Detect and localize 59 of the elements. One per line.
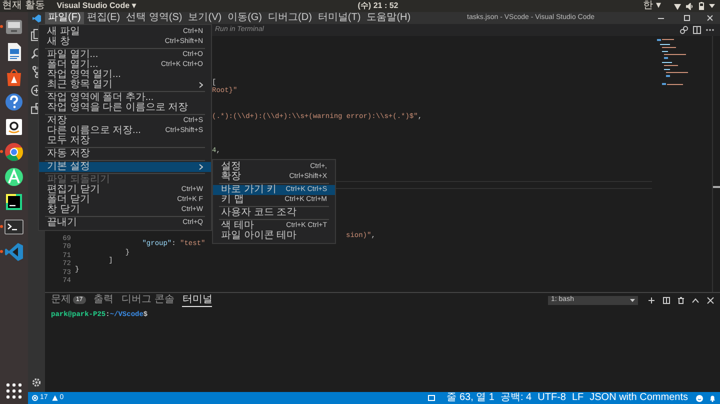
error-icon bbox=[32, 395, 38, 401]
smiley-icon[interactable] bbox=[696, 394, 703, 402]
split-editor-icon[interactable] bbox=[693, 26, 701, 34]
menu-item[interactable]: 작업 영역에 폴더 추가... bbox=[39, 93, 211, 103]
menu-item[interactable]: 도움말(H) bbox=[364, 12, 414, 24]
settings-icon[interactable] bbox=[31, 377, 42, 388]
maximize-icon[interactable] bbox=[683, 14, 691, 22]
activities-button[interactable]: 현재 활동 bbox=[2, 0, 45, 12]
compare-icon[interactable] bbox=[680, 26, 688, 34]
status-item[interactable]: JSON with Comments bbox=[590, 392, 688, 404]
bell-icon[interactable] bbox=[709, 394, 716, 402]
caret-icon[interactable] bbox=[709, 4, 715, 8]
menu-item[interactable]: 디버그(D) bbox=[265, 12, 315, 24]
warning-icon bbox=[52, 395, 58, 401]
menu-item[interactable]: 이동(G) bbox=[224, 12, 266, 24]
menu-item[interactable]: 사용자 코드 조각 bbox=[213, 208, 335, 218]
network-icon[interactable] bbox=[674, 2, 681, 10]
more-icon[interactable] bbox=[706, 26, 714, 34]
trash-icon[interactable] bbox=[678, 296, 684, 304]
terminal-icon[interactable] bbox=[4, 217, 24, 237]
menu-item[interactable]: 선택 영역(S) bbox=[123, 12, 186, 24]
chevron-up-icon[interactable] bbox=[692, 298, 699, 302]
status-item[interactable]: 공백: 4 bbox=[500, 392, 532, 404]
menu-item[interactable]: 터미널(T) bbox=[314, 12, 364, 24]
code-editor-icon[interactable] bbox=[4, 242, 24, 262]
shopping-bag-icon[interactable] bbox=[4, 67, 24, 87]
menu-item[interactable]: 파일 아이콘 테마 bbox=[213, 231, 335, 241]
app-menu[interactable]: Visual Studio Code ▾ bbox=[56, 0, 136, 12]
menu-item[interactable]: 최근 항목 열기 bbox=[39, 80, 211, 90]
menu-item[interactable]: 보기(V) bbox=[185, 12, 225, 24]
input-method[interactable]: 한 ▾ bbox=[643, 0, 661, 12]
panel-tab[interactable]: 터미널 bbox=[182, 294, 212, 306]
help-icon[interactable] bbox=[4, 92, 24, 112]
status-item[interactable]: LF bbox=[572, 392, 584, 404]
menu-item[interactable]: 자동 저장 bbox=[39, 149, 211, 159]
clock[interactable]: (수) 21 : 52 bbox=[358, 0, 398, 12]
menu-item[interactable]: 작업 영역을 다른 이름으로 저장 bbox=[39, 103, 211, 113]
scrollbar-thumb[interactable] bbox=[713, 186, 720, 188]
panel-tab[interactable]: 출력 bbox=[94, 294, 114, 306]
volume-icon[interactable] bbox=[686, 2, 694, 10]
menu-item[interactable]: 파일(F) bbox=[45, 12, 84, 24]
app-grid-icon[interactable] bbox=[4, 381, 24, 401]
split-icon[interactable] bbox=[663, 296, 670, 304]
close-icon[interactable] bbox=[707, 296, 714, 304]
status-item[interactable]: UTF-8 bbox=[538, 392, 566, 404]
ide-icon[interactable] bbox=[4, 192, 24, 212]
code-editor-icon bbox=[32, 14, 41, 22]
status-item[interactable]: 줄 63, 열 1 bbox=[446, 392, 494, 404]
plus-icon[interactable] bbox=[648, 296, 655, 304]
browser-icon[interactable] bbox=[4, 142, 24, 162]
menu-item[interactable]: 모두 저장 bbox=[39, 136, 211, 146]
close-icon[interactable] bbox=[706, 14, 714, 22]
menu-item[interactable]: 기본 설정 bbox=[39, 162, 211, 172]
file-cabinet-icon[interactable] bbox=[4, 17, 24, 37]
panel-tab[interactable]: 디버그 콘솔 bbox=[122, 294, 174, 306]
menu-item[interactable]: 작업 영역 열기... bbox=[39, 70, 211, 80]
battery-icon[interactable] bbox=[699, 2, 704, 10]
menu-item[interactable]: 편집(E) bbox=[84, 12, 124, 24]
caret-icon bbox=[630, 298, 635, 302]
